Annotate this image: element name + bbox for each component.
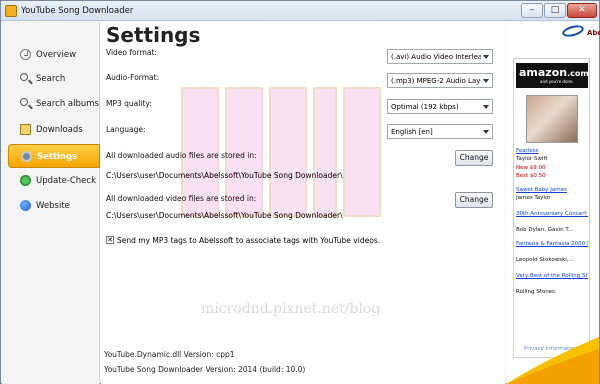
change-video-folder-button[interactable]: Change [455,192,493,208]
sidebar-item-search-albums[interactable]: Search albums [8,92,100,116]
chevron-down-icon [483,105,489,109]
page-title: Settings [106,23,201,47]
amazon-header[interactable]: amazon.com and you're done. [516,63,589,88]
abelssoft-mark-icon [561,23,585,39]
app-version: YouTube Song Downloader Version: 2014 (b… [104,365,306,374]
sidebar-item-label: Downloads [36,125,83,135]
watermark-text: microdnd.pixnet.net/blog [201,301,381,317]
video-format-label: Video format: [106,48,157,57]
title-bar[interactable]: YouTube Song Downloader – □ ✕ [1,1,599,21]
downloads-icon [20,124,31,135]
update-icon [20,175,31,186]
product-link[interactable]: Very Best of the Rolling Stones 1964... [516,273,588,279]
video-folder-label: All downloaded video files are stored in… [106,194,257,203]
album-cover-image[interactable] [526,95,578,143]
chevron-down-icon [483,55,489,59]
product-link[interactable]: 30th Anniversary Concert Celebration... [516,211,588,217]
sidebar-item-website[interactable]: Website [8,194,100,218]
window-title: YouTube Song Downloader [21,6,134,16]
audio-format-label: Audio-Format: [106,73,160,82]
sidebar-item-label: Search albums [36,99,99,109]
product-artist: James Taylor [516,195,551,201]
video-folder-path: C:\Users\user\Documents\Abelssoft\YouTub… [106,211,343,220]
search-icon [20,73,28,81]
product-link[interactable]: Fantasia & Fantasia 2000 Special Edi... [516,241,588,247]
audio-format-value: (.mp3) MPEG-2 Audio Layer [391,77,481,85]
amazon-logo: amazon.com [519,66,589,79]
sidebar-item-settings[interactable]: Settings [8,144,100,168]
mp3-tags-label: Send my MP3 tags to Abelssoft to associa… [117,236,381,245]
product-link[interactable]: Sweet Baby James [516,187,588,193]
mp3-tags-checkbox[interactable]: ✕ [106,236,114,244]
language-select[interactable]: English [en] [387,124,493,139]
settings-panel: microdnd.pixnet.net/blog Settings Video … [101,22,505,384]
language-value: English [en] [391,128,433,136]
brand-name: Abelssoft [587,29,600,37]
dll-version: YouTube.Dynamic.dll Version: cpp1 [104,350,235,359]
sidebar-item-update-check[interactable]: Update-Check [8,169,100,193]
amazon-tagline: and you're done. [540,79,574,84]
sidebar: Overview Search Search albums Downloads … [2,22,100,384]
overview-icon [20,49,31,60]
product-artist: Rolling Stones [516,289,555,295]
product-link[interactable]: Fearless [516,148,588,154]
settings-icon [21,151,32,162]
product-artist: Taylor Swift [516,156,548,162]
app-icon [5,5,17,17]
search-albums-icon [20,98,28,106]
audio-folder-label: All downloaded audio files are stored in… [106,151,257,160]
decorative-swoosh [506,337,599,384]
website-icon [20,200,31,211]
app-window: YouTube Song Downloader – □ ✕ Overview S… [0,0,600,384]
language-label: Language: [106,125,146,134]
mp3-quality-value: Optimal (192 kbps) [391,103,459,111]
audio-format-select[interactable]: (.mp3) MPEG-2 Audio Layer [387,73,493,88]
video-format-value: (.avi) Audio Video Interleave [391,53,481,61]
amazon-ad[interactable]: amazon.com and you're done. Fearless Tay… [513,58,590,358]
mp3-quality-label: MP3 quality: [106,99,152,108]
product-artist: Leopold Stokowski,... [516,257,574,263]
sidebar-item-search[interactable]: Search [8,67,100,91]
chevron-down-icon [483,130,489,134]
maximize-button[interactable]: □ [544,3,566,18]
sidebar-item-label: Update-Check [36,176,96,186]
product-best-price: Best $0.50 [516,173,546,179]
mp3-quality-select[interactable]: Optimal (192 kbps) [387,99,493,114]
right-panel: Abelssoft amazon.com and you're done. Fe… [506,21,600,384]
minimize-button[interactable]: – [521,3,543,18]
close-button[interactable]: ✕ [567,3,597,18]
audio-folder-path: C:\Users\user\Documents\Abelssoft\YouTub… [106,171,343,180]
sidebar-item-label: Overview [36,50,77,60]
abelssoft-logo: Abelssoft [544,21,600,40]
sidebar-item-label: Settings [37,152,78,162]
change-audio-folder-button[interactable]: Change [455,150,493,166]
chevron-down-icon [483,79,489,83]
sidebar-item-label: Website [36,201,70,211]
sidebar-item-overview[interactable]: Overview [8,43,100,67]
product-artist: Bob Dylan, Gavin T... [516,227,574,233]
video-format-select[interactable]: (.avi) Audio Video Interleave [387,49,493,64]
product-new-price: New $9.00 [516,165,546,171]
sidebar-item-downloads[interactable]: Downloads [8,118,100,142]
sidebar-item-label: Search [36,74,66,84]
